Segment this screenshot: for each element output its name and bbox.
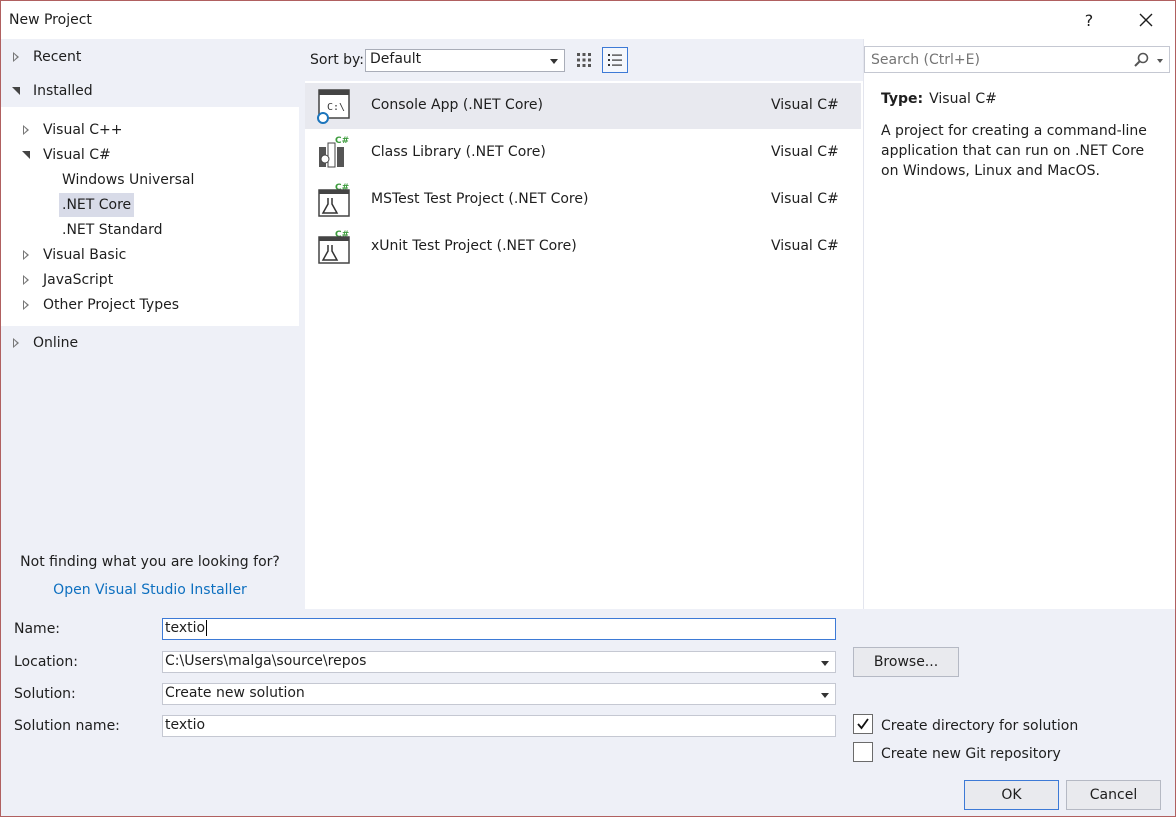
small-icons-view-button[interactable] xyxy=(571,47,597,73)
class-library-icon: C# xyxy=(319,136,349,168)
collapse-arrow-icon[interactable] xyxy=(11,79,23,103)
create-directory-checkbox[interactable] xyxy=(853,714,873,734)
close-icon xyxy=(1139,13,1153,27)
template-language: Visual C# xyxy=(771,238,839,254)
installed-subtree: Visual C++ Visual C# Windows Universal .… xyxy=(1,107,299,326)
template-row-xunit[interactable]: C# xUnit Test Project (.NET Core) Visual… xyxy=(305,224,861,270)
search-box[interactable] xyxy=(864,46,1170,73)
svg-text:C:\: C:\ xyxy=(327,102,345,113)
search-icon[interactable] xyxy=(1133,52,1149,68)
template-language: Visual C# xyxy=(771,144,839,160)
svg-text:C#: C# xyxy=(335,136,349,146)
template-list: C:\ Console App (.NET Core) Visual C# C#… xyxy=(305,81,863,609)
ok-button[interactable]: OK xyxy=(964,780,1059,810)
text-cursor xyxy=(206,620,208,636)
open-installer-link[interactable]: Open Visual Studio Installer xyxy=(1,582,299,598)
dialog-body: Recent Installed Visual C++ Visual C# Wi… xyxy=(1,39,1175,609)
type-label: Type: xyxy=(881,91,924,107)
template-description: A project for creating a command-line ap… xyxy=(881,123,1147,179)
sort-select[interactable]: Default xyxy=(365,49,565,72)
name-label: Name: xyxy=(14,621,61,637)
tree-other-project-types[interactable]: Other Project Types xyxy=(21,293,179,317)
tree-javascript[interactable]: JavaScript xyxy=(21,268,113,292)
chevron-down-icon[interactable] xyxy=(821,661,829,666)
create-directory-label: Create directory for solution xyxy=(881,718,1079,734)
dialog-title: New Project xyxy=(9,12,92,28)
template-language: Visual C# xyxy=(771,191,839,207)
test-project-icon: C# xyxy=(318,183,350,217)
location-label: Location: xyxy=(14,654,78,670)
title-bar: New Project ? xyxy=(1,1,1175,39)
tree-online[interactable]: Online xyxy=(11,331,78,355)
template-tree: Recent Installed Visual C++ Visual C# Wi… xyxy=(1,39,299,609)
expand-arrow-icon[interactable] xyxy=(21,243,33,267)
browse-button[interactable]: Browse... xyxy=(853,647,959,677)
expand-arrow-icon[interactable] xyxy=(21,268,33,292)
template-row-console-app[interactable]: C:\ Console App (.NET Core) Visual C# xyxy=(305,83,861,129)
solution-name-label: Solution name: xyxy=(14,718,120,734)
project-form: Name: textio Location: C:\Users\malga\so… xyxy=(1,609,1175,816)
location-field[interactable]: C:\Users\malga\source\repos xyxy=(162,651,836,673)
name-field[interactable]: textio xyxy=(162,618,836,640)
template-name: xUnit Test Project (.NET Core) xyxy=(371,238,577,254)
template-name: MSTest Test Project (.NET Core) xyxy=(371,191,589,207)
tree-windows-universal[interactable]: Windows Universal xyxy=(62,168,194,192)
console-app-icon: C:\ xyxy=(317,89,350,124)
checkmark-icon xyxy=(857,718,869,730)
expand-arrow-icon[interactable] xyxy=(11,45,23,69)
template-name: Class Library (.NET Core) xyxy=(371,144,546,160)
grid-view-icon xyxy=(577,53,591,67)
cancel-button[interactable]: Cancel xyxy=(1066,780,1161,810)
collapse-arrow-icon[interactable] xyxy=(21,143,33,167)
tree-installed[interactable]: Installed xyxy=(11,79,93,103)
list-view-button[interactable] xyxy=(602,47,628,73)
template-row-mstest[interactable]: C# MSTest Test Project (.NET Core) Visua… xyxy=(305,177,861,223)
sort-label: Sort by: xyxy=(310,52,365,68)
sort-value: Default xyxy=(370,51,422,67)
template-name: Console App (.NET Core) xyxy=(371,97,543,113)
template-row-class-library[interactable]: C# Class Library (.NET Core) Visual C# xyxy=(305,130,861,176)
chevron-down-icon[interactable] xyxy=(821,693,829,698)
new-project-dialog: New Project ? Recent Installed Visual C+… xyxy=(0,0,1176,817)
solution-select[interactable]: Create new solution xyxy=(162,683,836,705)
tree-net-standard[interactable]: .NET Standard xyxy=(62,218,162,242)
list-view-icon xyxy=(608,54,622,66)
tree-visual-cpp[interactable]: Visual C++ xyxy=(21,118,122,142)
expand-arrow-icon[interactable] xyxy=(21,118,33,142)
template-language: Visual C# xyxy=(771,97,839,113)
type-value: Visual C# xyxy=(929,91,997,107)
close-button[interactable] xyxy=(1131,5,1161,35)
expand-arrow-icon[interactable] xyxy=(11,331,23,355)
description-pane: Type: Visual C# A project for creating a … xyxy=(863,39,1175,609)
chevron-down-icon[interactable] xyxy=(1157,59,1163,63)
not-finding-text: Not finding what you are looking for? xyxy=(20,554,280,570)
solution-label: Solution: xyxy=(14,686,76,702)
tree-net-core[interactable]: .NET Core xyxy=(59,193,135,217)
tree-recent[interactable]: Recent xyxy=(11,45,81,69)
git-repo-checkbox[interactable] xyxy=(853,742,873,762)
solution-name-field[interactable]: textio xyxy=(162,715,836,737)
git-repo-label: Create new Git repository xyxy=(881,746,1061,762)
tree-visual-basic[interactable]: Visual Basic xyxy=(21,243,126,267)
tree-visual-csharp[interactable]: Visual C# xyxy=(21,143,111,167)
template-type: Type: Visual C# xyxy=(881,91,997,107)
template-toolbar: Sort by: Default xyxy=(305,39,861,81)
help-button[interactable]: ? xyxy=(1074,5,1104,35)
expand-arrow-icon[interactable] xyxy=(21,293,33,317)
test-project-icon: C# xyxy=(318,230,350,264)
search-input[interactable] xyxy=(869,50,1129,70)
chevron-down-icon xyxy=(550,59,558,64)
